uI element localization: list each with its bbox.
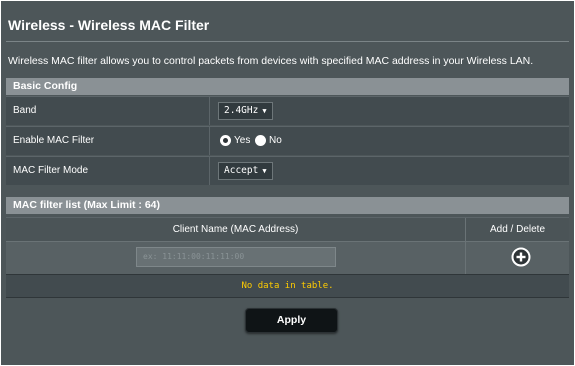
- basic-config-header: Basic Config: [6, 78, 569, 95]
- band-label: Band: [13, 105, 37, 116]
- band-value: 2.4GHz: [224, 105, 259, 116]
- mac-filter-mode-row: MAC Filter Mode Accept ▼: [6, 156, 569, 185]
- mac-filter-mode-label: MAC Filter Mode: [13, 165, 89, 176]
- title-divider: [6, 41, 569, 42]
- mac-filter-mode-select[interactable]: Accept ▼: [218, 162, 273, 180]
- row-divider: [209, 157, 210, 185]
- mac-input-row: ex: 11:11:00:11:11:00: [6, 241, 569, 274]
- column-client-name: Client Name (MAC Address): [172, 224, 299, 235]
- mac-filter-no-label[interactable]: No: [269, 127, 282, 155]
- caret-down-icon: ▼: [262, 167, 267, 175]
- mac-filter-no-radio[interactable]: [255, 135, 266, 146]
- empty-table-message: No data in table.: [241, 281, 334, 291]
- band-row: Band 2.4GHz ▼: [6, 96, 569, 125]
- apply-button[interactable]: Apply: [245, 308, 338, 333]
- page-description: Wireless MAC filter allows you to contro…: [8, 55, 534, 67]
- empty-table-row: No data in table.: [6, 274, 569, 298]
- enable-mac-filter-label: Enable MAC Filter: [13, 135, 95, 146]
- mac-filter-table-header: Client Name (MAC Address) Add / Delete: [6, 217, 569, 241]
- column-add-delete: Add / Delete: [489, 224, 546, 235]
- page-title: Wireless - Wireless MAC Filter: [8, 17, 210, 33]
- mac-filter-list-header: MAC filter list (Max Limit : 64): [6, 197, 569, 214]
- row-divider: [209, 97, 210, 125]
- caret-down-icon: ▼: [262, 107, 267, 115]
- plus-circle-icon[interactable]: [511, 247, 531, 267]
- column-divider: [465, 242, 466, 274]
- mac-filter-yes-radio[interactable]: [220, 135, 231, 146]
- mac-filter-mode-value: Accept: [224, 165, 259, 176]
- band-select[interactable]: 2.4GHz ▼: [218, 102, 273, 120]
- enable-mac-filter-row: Enable MAC Filter Yes No: [6, 126, 569, 155]
- mac-filter-yes-label[interactable]: Yes: [234, 127, 250, 155]
- row-divider: [209, 127, 210, 155]
- mac-address-input[interactable]: ex: 11:11:00:11:11:00: [136, 247, 336, 267]
- page-panel: Wireless - Wireless MAC Filter Wireless …: [1, 1, 574, 365]
